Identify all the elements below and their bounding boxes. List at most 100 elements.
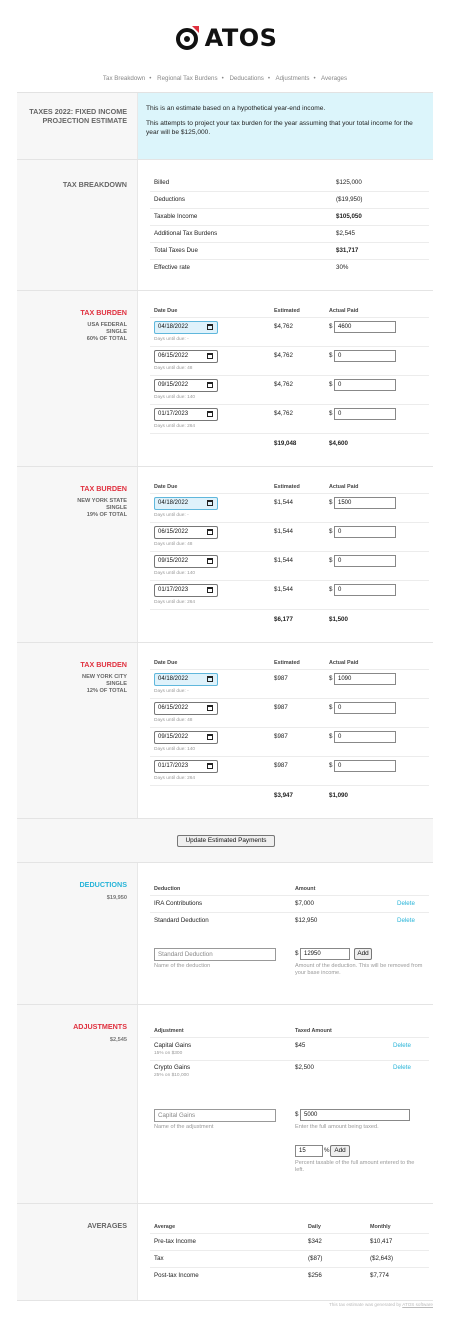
breakdown-label: Total Taxes Due <box>154 247 198 254</box>
days-until-due: Days until due: 140 <box>154 395 196 400</box>
calendar-icon[interactable] <box>207 734 213 740</box>
days-until-due: Days until due: - <box>154 337 189 342</box>
date-due-input[interactable]: 09/15/2022 <box>154 379 218 392</box>
col-actual-paid: Actual Paid <box>329 660 359 666</box>
breakdown-label: Billed <box>154 179 170 186</box>
burden-share: 60% OF TOTAL <box>86 336 127 342</box>
calendar-icon[interactable] <box>207 411 213 417</box>
estimated-amount: $1,544 <box>274 499 293 506</box>
deduction-name: IRA Contributions <box>154 900 203 907</box>
actual-paid-input[interactable]: 0 <box>334 379 396 391</box>
adjustment-name-input[interactable]: Capital Gains <box>154 1109 276 1122</box>
date-due-input[interactable]: 01/17/2023 <box>154 584 218 597</box>
col-date-due: Date Due <box>154 660 178 666</box>
breakdown-value: $125,000 <box>336 179 362 186</box>
brand-name: ATOS <box>204 24 278 52</box>
delete-adjustment-link[interactable]: Delete <box>393 1042 411 1049</box>
actual-paid-input[interactable]: 0 <box>334 731 396 743</box>
date-due-input[interactable]: 04/18/2022 <box>154 497 218 510</box>
calendar-icon[interactable] <box>207 324 213 330</box>
atos-software-link[interactable]: ATOS software <box>402 1302 433 1307</box>
actual-paid-input[interactable]: 0 <box>334 408 396 420</box>
nav-link-regional-tax-burdens[interactable]: Regional Tax Burdens <box>157 75 217 82</box>
calendar-icon[interactable] <box>207 382 213 388</box>
actual-paid-input[interactable]: 4600 <box>334 321 396 333</box>
calendar-icon[interactable] <box>207 500 213 506</box>
actual-paid-input[interactable]: 1500 <box>334 497 396 509</box>
date-due-input[interactable]: 01/17/2023 <box>154 760 218 773</box>
days-until-due: Days until due: 48 <box>154 718 193 723</box>
col-monthly: Monthly <box>370 1224 391 1230</box>
average-monthly: ($2,643) <box>370 1255 394 1262</box>
nav-link-averages[interactable]: Averages <box>321 75 347 82</box>
deduction-name-input[interactable]: Standard Deduction <box>154 948 276 961</box>
date-due-input[interactable]: 01/17/2023 <box>154 408 218 421</box>
adjustment-percent-input[interactable]: 15 <box>295 1145 323 1157</box>
actual-paid-input[interactable]: 0 <box>334 702 396 714</box>
actual-paid-input[interactable]: 0 <box>334 526 396 538</box>
date-due-input[interactable]: 06/15/2022 <box>154 526 218 539</box>
days-until-due: Days until due: 264 <box>154 424 196 429</box>
actual-paid-input[interactable]: 0 <box>334 760 396 772</box>
average-daily: $256 <box>308 1272 322 1279</box>
calendar-icon[interactable] <box>207 558 213 564</box>
actual-paid-input[interactable]: 1090 <box>334 673 396 685</box>
burden-filing-status: SINGLE <box>106 505 127 511</box>
calendar-icon[interactable] <box>207 587 213 593</box>
calendar-icon[interactable] <box>207 676 213 682</box>
breakdown-value: ($19,950) <box>336 196 363 203</box>
nav-link-adjustments[interactable]: Adjustments <box>275 75 309 82</box>
adjustment-amount-input[interactable]: 5000 <box>300 1109 410 1121</box>
calendar-icon[interactable] <box>207 705 213 711</box>
tax-burden-title: TAX BURDEN <box>80 484 127 493</box>
date-due-input[interactable]: 09/15/2022 <box>154 731 218 744</box>
col-daily: Daily <box>308 1224 321 1230</box>
average-daily: $342 <box>308 1238 322 1245</box>
burden-share: 19% OF TOTAL <box>86 512 127 518</box>
actual-paid-input[interactable]: 0 <box>334 555 396 567</box>
estimated-amount: $1,544 <box>274 557 293 564</box>
calendar-icon[interactable] <box>207 763 213 769</box>
add-deduction-button[interactable]: Add <box>354 948 372 960</box>
burden-jurisdiction: USA FEDERAL <box>87 322 127 328</box>
actual-paid-input[interactable]: 0 <box>334 350 396 362</box>
update-estimated-payments-button[interactable]: Update Estimated Payments <box>177 835 275 847</box>
days-until-due: Days until due: - <box>154 513 189 518</box>
estimated-amount: $4,762 <box>274 352 293 359</box>
date-due-input[interactable]: 04/18/2022 <box>154 673 218 686</box>
nav-link-tax-breakdown[interactable]: Tax Breakdown <box>103 75 145 82</box>
deduction-amount-input[interactable]: 12950 <box>300 948 350 960</box>
averages-section: AVERAGES Average Daily Monthly Pre-tax I… <box>17 1204 433 1301</box>
breakdown-label: Deductions <box>154 196 185 203</box>
tax-burden-table-ny-city: Date Due Estimated Actual Paid 04/18/202… <box>138 643 433 818</box>
actual-paid-input[interactable]: 0 <box>334 584 396 596</box>
delete-adjustment-link[interactable]: Delete <box>393 1064 411 1071</box>
tax-burden-title: TAX BURDEN <box>80 308 127 317</box>
col-date-due: Date Due <box>154 484 178 490</box>
delete-deduction-link[interactable]: Delete <box>397 900 415 907</box>
averages-title: AVERAGES <box>87 1221 127 1230</box>
col-estimated: Estimated <box>274 308 300 314</box>
total-estimated: $6,177 <box>274 616 293 623</box>
calendar-icon[interactable] <box>207 529 213 535</box>
adjustments-total: $2,545 <box>109 1037 127 1043</box>
adjustment-name: Crypto Gains <box>154 1064 191 1071</box>
delete-deduction-link[interactable]: Delete <box>397 917 415 924</box>
col-amount: Amount <box>295 886 316 892</box>
estimated-amount: $987 <box>274 675 288 682</box>
date-due-input[interactable]: 04/18/2022 <box>154 321 218 334</box>
date-due-input[interactable]: 06/15/2022 <box>154 702 218 715</box>
tax-burden-section-ny-state: TAX BURDEN NEW YORK STATE SINGLE 19% OF … <box>17 467 433 643</box>
date-due-input[interactable]: 09/15/2022 <box>154 555 218 568</box>
add-adjustment-button[interactable]: Add <box>330 1145 350 1157</box>
col-deduction: Deduction <box>154 886 181 892</box>
days-until-due: Days until due: 140 <box>154 747 196 752</box>
tax-burden-section-ny-city: TAX BURDEN NEW YORK CITY SINGLE 12% OF T… <box>17 643 433 819</box>
calendar-icon[interactable] <box>207 353 213 359</box>
estimated-amount: $987 <box>274 733 288 740</box>
date-due-input[interactable]: 06/15/2022 <box>154 350 218 363</box>
deduction-name: Standard Deduction <box>154 917 209 924</box>
adjustments-section: ADJUSTMENTS $2,545 Adjustment Taxed Amou… <box>17 1005 433 1204</box>
col-date-due: Date Due <box>154 308 178 314</box>
nav-link-deductions[interactable]: Deducations <box>229 75 263 82</box>
